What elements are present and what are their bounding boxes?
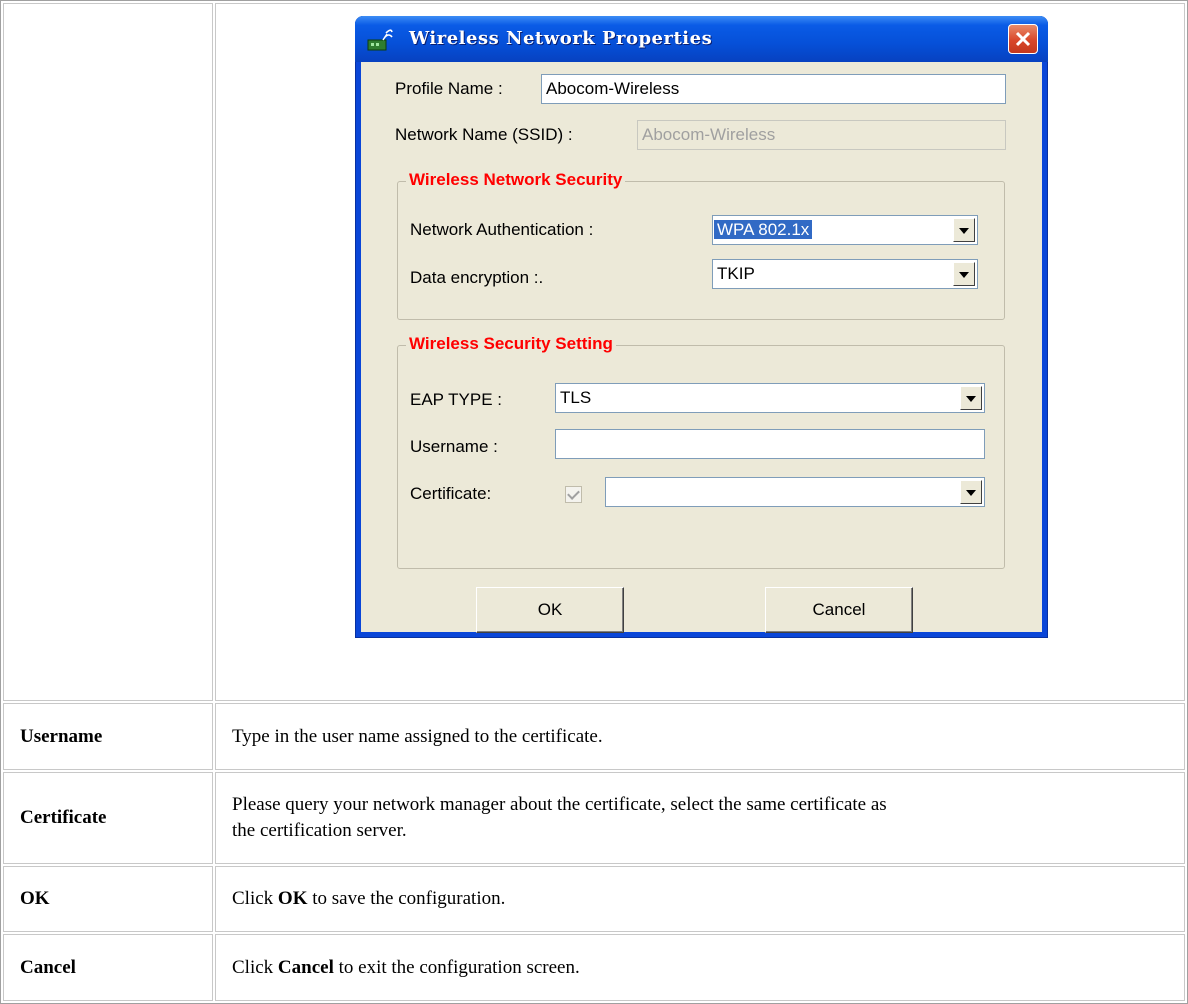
security-setting-group-title: Wireless Security Setting bbox=[406, 334, 616, 354]
chevron-down-icon[interactable] bbox=[953, 218, 975, 242]
profile-name-label: Profile Name : bbox=[395, 79, 503, 98]
description-bold: Cancel bbox=[277, 956, 334, 978]
row-description: Click Cancel to exit the configuration s… bbox=[215, 934, 1185, 1001]
checkmark-icon bbox=[567, 487, 580, 500]
wireless-network-icon bbox=[367, 29, 393, 51]
data-encryption-select[interactable]: TKIP bbox=[712, 259, 978, 289]
table-row: Username Type in the user name assigned … bbox=[3, 703, 1185, 770]
dialog-row: Wireless Network Properties Profile Name… bbox=[3, 3, 1185, 701]
network-authentication-select[interactable]: WPA 802.1x bbox=[712, 215, 978, 245]
data-encryption-value: TKIP bbox=[717, 264, 755, 283]
profile-name-input[interactable]: Abocom-Wireless bbox=[541, 74, 1006, 104]
ssid-input: Abocom-Wireless bbox=[637, 120, 1006, 150]
description-text: Click bbox=[232, 956, 278, 978]
network-security-group: Wireless Network Security Network Authen… bbox=[397, 170, 1005, 320]
row-key: Certificate bbox=[3, 772, 213, 864]
description-line: Please query your network manager about … bbox=[232, 794, 887, 815]
close-button[interactable] bbox=[1008, 24, 1038, 54]
certificate-label: Certificate: bbox=[410, 484, 492, 503]
network-authentication-value: WPA 802.1x bbox=[714, 220, 813, 239]
description-text: to exit the configuration screen. bbox=[333, 956, 580, 978]
chevron-down-icon[interactable] bbox=[960, 480, 982, 504]
network-authentication-label: Network Authentication : bbox=[410, 220, 594, 239]
eap-type-label: EAP TYPE : bbox=[410, 390, 502, 409]
description-line: Type in the user name assigned to the ce… bbox=[232, 725, 603, 747]
empty-key-cell bbox=[3, 3, 213, 701]
certificate-checkbox[interactable] bbox=[565, 486, 582, 503]
row-key: OK bbox=[3, 866, 213, 932]
ssid-label: Network Name (SSID) : bbox=[395, 125, 573, 144]
security-setting-group: Wireless Security Setting EAP TYPE : TLS… bbox=[397, 334, 1005, 569]
description-text: Click bbox=[232, 888, 278, 909]
description-bold: OK bbox=[277, 888, 308, 909]
description-line: the certification server. bbox=[232, 820, 407, 841]
dialog-cell: Wireless Network Properties Profile Name… bbox=[215, 3, 1185, 701]
row-key: Cancel bbox=[3, 934, 213, 1001]
cancel-button[interactable]: Cancel bbox=[765, 587, 913, 633]
close-icon bbox=[1015, 31, 1031, 47]
row-description: Click OK to save the configuration. bbox=[215, 866, 1185, 932]
table-row: Cancel Click Cancel to exit the configur… bbox=[3, 934, 1185, 1001]
chevron-down-icon[interactable] bbox=[953, 262, 975, 286]
wireless-network-properties-dialog: Wireless Network Properties Profile Name… bbox=[355, 16, 1048, 638]
row-description: Type in the user name assigned to the ce… bbox=[215, 703, 1185, 770]
title-bar[interactable]: Wireless Network Properties bbox=[355, 16, 1048, 62]
row-key: Username bbox=[3, 703, 213, 770]
ok-button[interactable]: OK bbox=[476, 587, 624, 633]
network-security-group-title: Wireless Network Security bbox=[406, 170, 626, 190]
username-input[interactable] bbox=[555, 429, 985, 459]
dialog-body: Profile Name : Abocom-Wireless Network N… bbox=[361, 62, 1042, 633]
eap-type-value: TLS bbox=[560, 388, 592, 407]
dialog-title: Wireless Network Properties bbox=[409, 28, 713, 49]
data-encryption-label: Data encryption :. bbox=[410, 268, 544, 287]
certificate-select[interactable] bbox=[605, 477, 985, 507]
eap-type-select[interactable]: TLS bbox=[555, 383, 985, 413]
table-row: OK Click OK to save the configuration. bbox=[3, 866, 1185, 932]
row-description: Please query your network manager about … bbox=[215, 772, 1185, 864]
username-label: Username : bbox=[410, 437, 498, 456]
documentation-table: Wireless Network Properties Profile Name… bbox=[0, 0, 1188, 1004]
description-text: to save the configuration. bbox=[307, 888, 506, 909]
chevron-down-icon[interactable] bbox=[960, 386, 982, 410]
table-row: Certificate Please query your network ma… bbox=[3, 772, 1185, 864]
